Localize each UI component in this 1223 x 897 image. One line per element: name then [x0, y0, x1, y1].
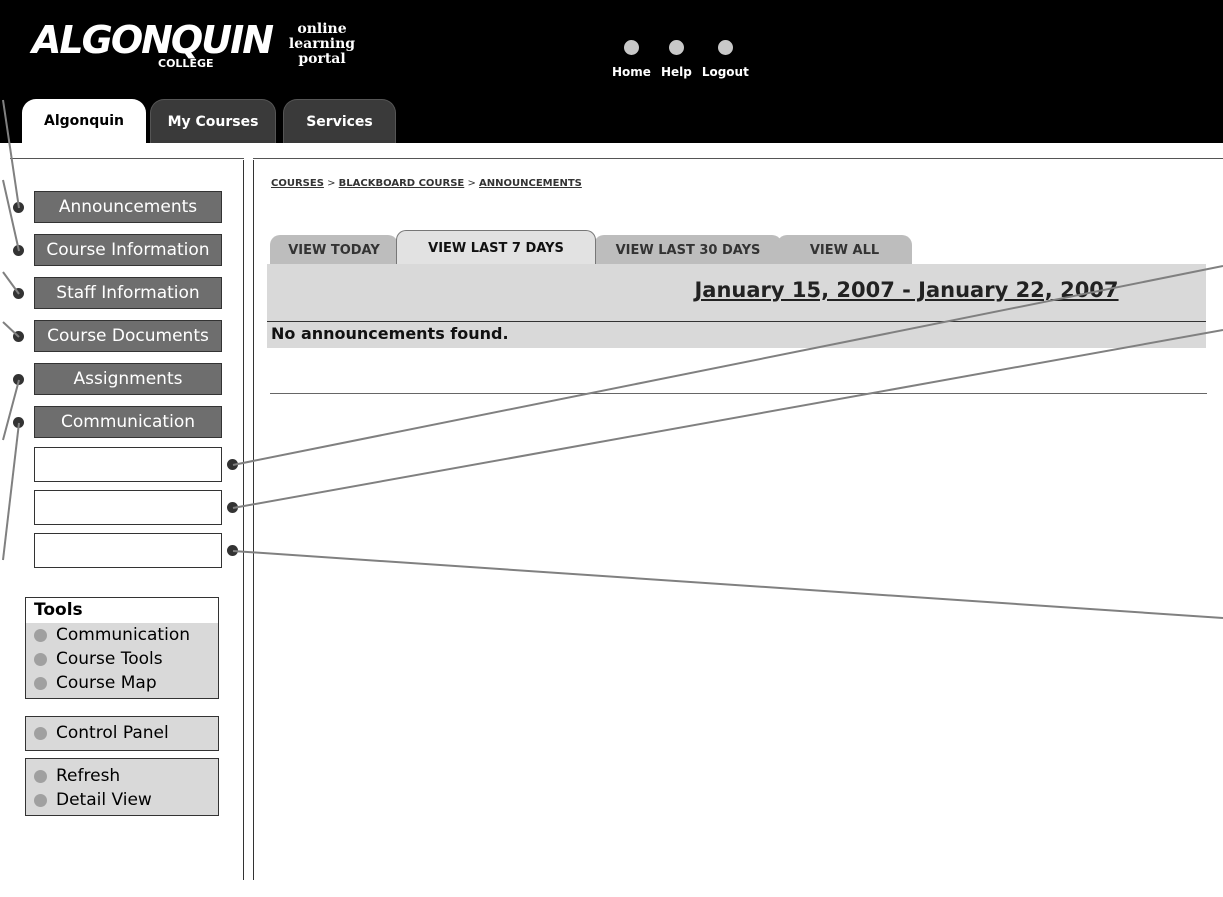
home-link[interactable]: Home [612, 40, 651, 79]
date-range-heading: January 15, 2007 - January 22, 2007 [694, 278, 1119, 302]
portal-header: ALGONQUIN COLLEGE online learning portal… [0, 0, 1223, 143]
menu-announcements-button[interactable]: Announcements [34, 191, 222, 223]
annotation-bullet-icon [13, 288, 24, 299]
annotation-bullet-icon [227, 545, 238, 556]
college-logo-subtitle: COLLEGE [158, 57, 214, 70]
bullet-dot-icon [34, 628, 47, 642]
tool-course-map-link[interactable]: Course Map [26, 671, 218, 695]
annotation-bullet-icon [13, 202, 24, 213]
help-link-label: Help [660, 65, 692, 79]
tab-algonquin[interactable]: Algonquin [22, 99, 146, 143]
tool-label: Course Map [56, 673, 157, 693]
content-left-border [253, 160, 254, 880]
college-logo: ALGONQUIN [32, 18, 274, 62]
bullet-dot-icon [34, 793, 47, 807]
breadcrumb-separator: > [327, 178, 336, 189]
breadcrumb-announcements-link[interactable]: ANNOUNCEMENTS [479, 178, 582, 189]
annotation-bullet-icon [227, 502, 238, 513]
menu-staff-information-button[interactable]: Staff Information [34, 277, 222, 309]
tab-view-today[interactable]: VIEW TODAY [270, 235, 398, 265]
tab-services[interactable]: Services [283, 99, 396, 143]
help-dot-icon [668, 40, 684, 55]
bullet-dot-icon [34, 676, 47, 690]
menu-empty-slot-3[interactable] [34, 533, 222, 568]
annotation-bullet-icon [13, 331, 24, 342]
portal-title-line: learning [288, 36, 356, 52]
annotation-bullet-icon [13, 245, 24, 256]
tab-view-last-7-days[interactable]: VIEW LAST 7 DAYS [396, 230, 596, 266]
tab-view-all[interactable]: VIEW ALL [777, 235, 912, 265]
control-panel-label: Control Panel [56, 723, 169, 743]
tools-panel: Tools Communication Course Tools Course … [25, 597, 219, 699]
empty-announcements-message: No announcements found. [267, 322, 1206, 348]
tool-label: Communication [56, 625, 190, 645]
content-top-border [253, 158, 1223, 159]
bullet-dot-icon [34, 652, 47, 666]
logout-link-label: Logout [701, 65, 749, 79]
annotation-line [2, 422, 20, 561]
menu-assignments-button[interactable]: Assignments [34, 363, 222, 395]
bullet-dot-icon [34, 769, 47, 783]
annotation-line [232, 550, 1223, 619]
refresh-link[interactable]: Refresh [26, 764, 218, 788]
tools-panel-title: Tools [26, 598, 218, 623]
help-link[interactable]: Help [661, 40, 692, 79]
control-panel-link[interactable]: Control Panel [26, 721, 218, 745]
detail-view-link[interactable]: Detail View [26, 788, 218, 812]
top-navigation: Home Help Logout [612, 40, 749, 79]
portal-title: online learning portal [282, 22, 362, 67]
annotation-bullet-icon [227, 459, 238, 470]
detail-view-label: Detail View [56, 790, 152, 810]
breadcrumb-separator: > [467, 178, 476, 189]
refresh-label: Refresh [56, 766, 121, 786]
sidebar-right-border [243, 160, 244, 880]
tool-course-tools-link[interactable]: Course Tools [26, 647, 218, 671]
annotation-line [2, 179, 20, 252]
home-link-label: Home [612, 65, 651, 79]
tool-label: Course Tools [56, 649, 163, 669]
view-options-panel: Refresh Detail View [25, 758, 219, 816]
sidebar-top-border [10, 158, 244, 159]
annotation-bullet-icon [13, 417, 24, 428]
breadcrumb: COURSES > BLACKBOARD COURSE > ANNOUNCEME… [271, 178, 582, 189]
tab-my-courses[interactable]: My Courses [150, 99, 276, 143]
menu-empty-slot-2[interactable] [34, 490, 222, 525]
logout-link[interactable]: Logout [702, 40, 749, 79]
logout-dot-icon [717, 40, 733, 55]
portal-title-line: portal [298, 51, 346, 67]
menu-empty-slot-1[interactable] [34, 447, 222, 482]
tab-view-last-30-days[interactable]: VIEW LAST 30 DAYS [594, 235, 782, 265]
content-divider [270, 393, 1207, 394]
home-dot-icon [623, 40, 639, 55]
menu-course-information-button[interactable]: Course Information [34, 234, 222, 266]
menu-course-documents-button[interactable]: Course Documents [34, 320, 222, 352]
annotation-line [2, 379, 20, 441]
tool-communication-link[interactable]: Communication [26, 623, 218, 647]
bullet-dot-icon [34, 726, 47, 740]
date-range-bar: January 15, 2007 - January 22, 2007 [267, 264, 1206, 322]
annotation-bullet-icon [13, 374, 24, 385]
breadcrumb-courses-link[interactable]: COURSES [271, 178, 324, 189]
portal-title-line: online [297, 21, 347, 37]
annotation-line [232, 329, 1223, 509]
control-panel-box: Control Panel [25, 716, 219, 751]
breadcrumb-course-link[interactable]: BLACKBOARD COURSE [339, 178, 465, 189]
menu-communication-button[interactable]: Communication [34, 406, 222, 438]
